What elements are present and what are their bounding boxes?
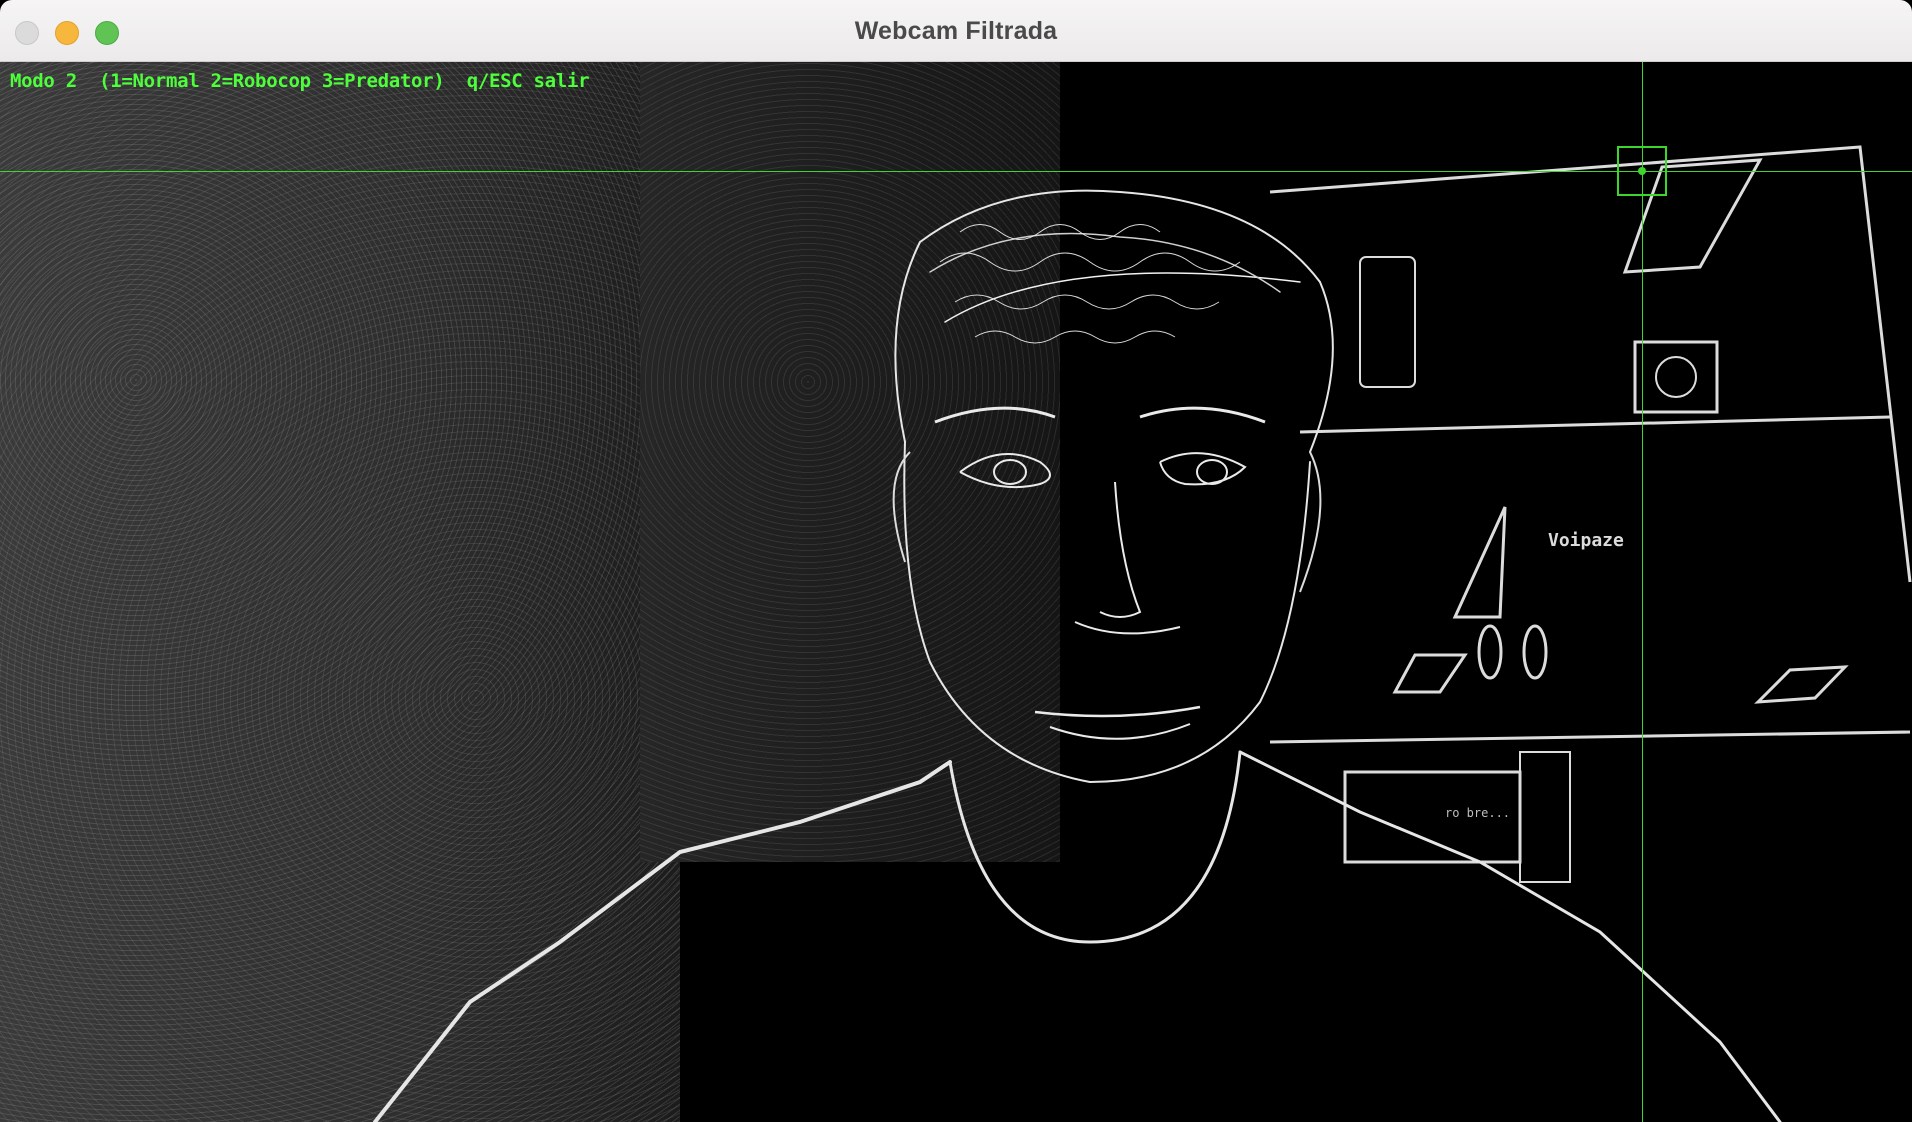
shelf-label: Voipaze (1548, 530, 1624, 551)
ears (892, 451, 1322, 593)
window-title: Webcam Filtrada (854, 17, 1058, 45)
mode-status-text: Modo 2 (1=Normal 2=Robocop 3=Predator) q… (10, 70, 590, 92)
hair-texture (939, 224, 1241, 344)
box-label: ro bre... (1445, 806, 1510, 820)
target-dot (1638, 167, 1646, 175)
edge-filtered-scene: Voipaze ro bre... (373, 145, 1912, 1122)
person-outline (373, 189, 1782, 1122)
title-bar[interactable]: Webcam Filtrada (0, 0, 1912, 62)
facial-features (934, 406, 1266, 740)
crosshair-vertical (1642, 62, 1643, 1122)
shelf-outline (1269, 145, 1912, 883)
app-window: Webcam Filtrada Voipaze ro bre... Modo 2… (0, 0, 1912, 1122)
webcam-feed: Voipaze ro bre... Modo 2 (1=Normal 2=Rob… (0, 62, 1912, 1122)
